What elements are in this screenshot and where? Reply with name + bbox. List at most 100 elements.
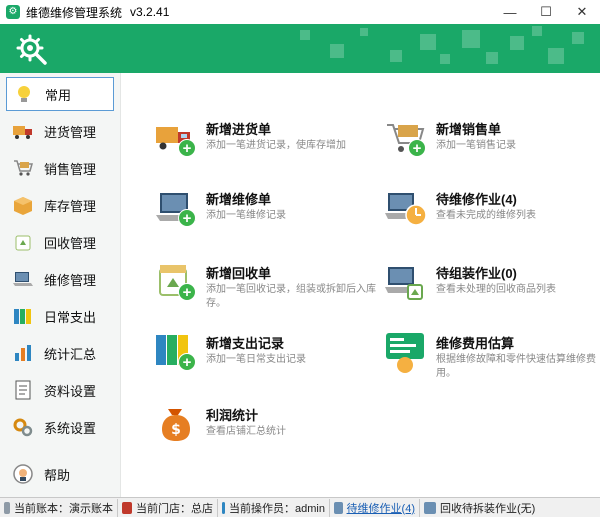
sidebar-item-system-settings[interactable]: 系统设置 [6, 410, 114, 444]
laptop-icon [334, 501, 343, 514]
sidebar-item-inventory[interactable]: 库存管理 [6, 188, 114, 222]
tile-title: 新增支出记录 [206, 336, 285, 351]
status-pending-recycle[interactable]: 回收待拆装作业(无) [420, 499, 540, 517]
title-bar: ⚙ 维德维修管理系统 v3.2.41 — ☐ ✕ [0, 0, 600, 24]
sidebar-item-label: 系统设置 [44, 420, 97, 436]
tile-title: 新增进货单 [206, 122, 272, 137]
estimate-icon [384, 331, 428, 375]
status-account-text: 当前账本：演示账本 [14, 502, 113, 515]
tile-repair-estimate[interactable]: 维修费用估算 根据维修故障和零件快速估算维修费用。 [384, 331, 600, 391]
main-panel: + 新增进货单 添加一笔进货记录，使库存增加 + 新增销售单 添加一笔销售记录 … [122, 73, 600, 497]
cart-icon [12, 157, 34, 179]
app-version: v3.2.41 [130, 5, 170, 19]
tile-desc: 根据维修故障和零件快速估算维修费用。 [436, 354, 596, 379]
sidebar-item-label: 常用 [45, 87, 72, 103]
binders-add-icon: + [154, 331, 198, 375]
status-pending-repair[interactable]: 待维修作业(4) [330, 498, 420, 517]
banner-pixel [548, 48, 564, 64]
tile-title: 新增回收单 [206, 266, 272, 281]
tile-new-expense[interactable]: + 新增支出记录 添加一笔日常支出记录 [154, 331, 374, 391]
banner-pixel [420, 34, 436, 50]
close-button[interactable]: ✕ [564, 0, 600, 24]
status-account: 当前账本：演示账本 [0, 498, 118, 517]
tile-title: 维修费用估算 [436, 336, 515, 351]
sidebar-item-purchase[interactable]: 进货管理 [6, 114, 114, 148]
sidebar-item-common[interactable]: 常用 [6, 77, 114, 111]
window-controls: — ☐ ✕ [492, 0, 600, 24]
truck-add-icon: + [154, 117, 198, 161]
status-store: 当前门店：总店 [118, 498, 218, 517]
ledger-icon [4, 501, 10, 514]
user-icon [222, 501, 226, 514]
pending-repair-link[interactable]: 待维修作业(4) [347, 500, 415, 516]
status-bar: 当前账本：演示账本 当前门店：总店 当前操作员：admin 待维修作业(4) 回… [0, 497, 600, 517]
tile-new-purchase[interactable]: + 新增进货单 添加一笔进货记录，使库存增加 [154, 117, 374, 177]
tile-desc: 添加一笔维修记录 [206, 210, 286, 221]
sidebar-item-data-settings[interactable]: 资料设置 [6, 373, 114, 407]
sidebar-item-recycle[interactable]: 回收管理 [6, 225, 114, 259]
app-logo-icon: ⚙ [6, 5, 20, 19]
banner-pixel [440, 54, 450, 64]
sidebar-item-help[interactable]: 帮助 [6, 457, 114, 491]
tile-desc: 查看店铺汇总统计 [206, 426, 286, 437]
sidebar-item-statistics[interactable]: 统计汇总 [6, 336, 114, 370]
status-store-text: 当前门店：总店 [136, 502, 213, 515]
store-icon [122, 501, 132, 514]
tile-pending-assembly[interactable]: 待组装作业(0) 查看未处理的回收商品列表 [384, 261, 600, 321]
sidebar: 常用 进货管理 销售管理 库存管理 回收管理 维修管理 日常支出 统计汇总 资料… [0, 73, 121, 497]
banner-pixel [510, 36, 524, 50]
tile-title: 利润统计 [206, 408, 259, 423]
banner-pixel [572, 32, 584, 44]
truck-icon [12, 120, 34, 142]
banner-pixel [532, 26, 542, 36]
laptop-add-icon: + [154, 187, 198, 231]
tile-title: 新增维修单 [206, 192, 272, 207]
sidebar-item-label: 资料设置 [44, 383, 97, 399]
sidebar-item-label: 日常支出 [44, 309, 97, 325]
help-icon [12, 463, 34, 485]
pending-recycle-text[interactable]: 回收待拆装作业(无) [440, 500, 535, 516]
banner-pixel [360, 28, 368, 36]
tile-desc: 查看未处理的回收商品列表 [436, 284, 556, 295]
banner-pixel [462, 30, 480, 48]
money-bag-icon: $ [154, 403, 198, 447]
tile-desc: 添加一笔回收记录，组装或拆卸后入库存。 [206, 284, 376, 309]
status-operator-text: 当前操作员：admin [229, 502, 325, 515]
document-icon [12, 379, 34, 401]
sidebar-item-sales[interactable]: 销售管理 [6, 151, 114, 185]
laptop-recycle-icon [384, 261, 428, 305]
sidebar-item-label: 帮助 [44, 467, 71, 483]
lightbulb-icon [13, 83, 35, 105]
tile-new-sale[interactable]: + 新增销售单 添加一笔销售记录 [384, 117, 600, 177]
binders-icon [12, 305, 34, 327]
header-banner [0, 24, 600, 73]
cart-add-icon: + [384, 117, 428, 161]
sidebar-item-expense[interactable]: 日常支出 [6, 299, 114, 333]
chart-icon [12, 342, 34, 364]
sidebar-item-repair[interactable]: 维修管理 [6, 262, 114, 296]
tile-title: 待组装作业(0) [436, 266, 517, 281]
banner-pixel [390, 50, 402, 62]
tile-title: 待维修作业(4) [436, 192, 517, 207]
maximize-button[interactable]: ☐ [528, 0, 564, 24]
tile-pending-repair[interactable]: 待维修作业(4) 查看未完成的维修列表 [384, 187, 600, 247]
sidebar-item-label: 进货管理 [44, 124, 97, 140]
tile-new-recycle[interactable]: + 新增回收单 添加一笔回收记录，组装或拆卸后入库存。 [154, 261, 376, 321]
sidebar-item-label: 回收管理 [44, 235, 97, 251]
banner-pixel [300, 30, 310, 40]
laptop-recycle-status-icon [424, 501, 436, 514]
tile-desc: 添加一笔日常支出记录 [206, 354, 306, 365]
minimize-button[interactable]: — [492, 0, 528, 24]
sidebar-item-label: 维修管理 [44, 272, 97, 288]
sidebar-item-label: 统计汇总 [44, 346, 97, 362]
tile-profit-stats[interactable]: $ 利润统计 查看店铺汇总统计 [154, 403, 374, 463]
tile-title: 新增销售单 [436, 122, 502, 137]
sidebar-item-label: 库存管理 [44, 198, 97, 214]
recycle-icon [12, 231, 34, 253]
tile-new-repair[interactable]: + 新增维修单 添加一笔维修记录 [154, 187, 374, 247]
svg-text:$: $ [171, 422, 181, 438]
banner-pixel [330, 44, 344, 58]
banner-pixel [486, 52, 498, 64]
laptop-tools-icon [12, 268, 34, 290]
tile-desc: 添加一笔进货记录，使库存增加 [206, 140, 346, 151]
